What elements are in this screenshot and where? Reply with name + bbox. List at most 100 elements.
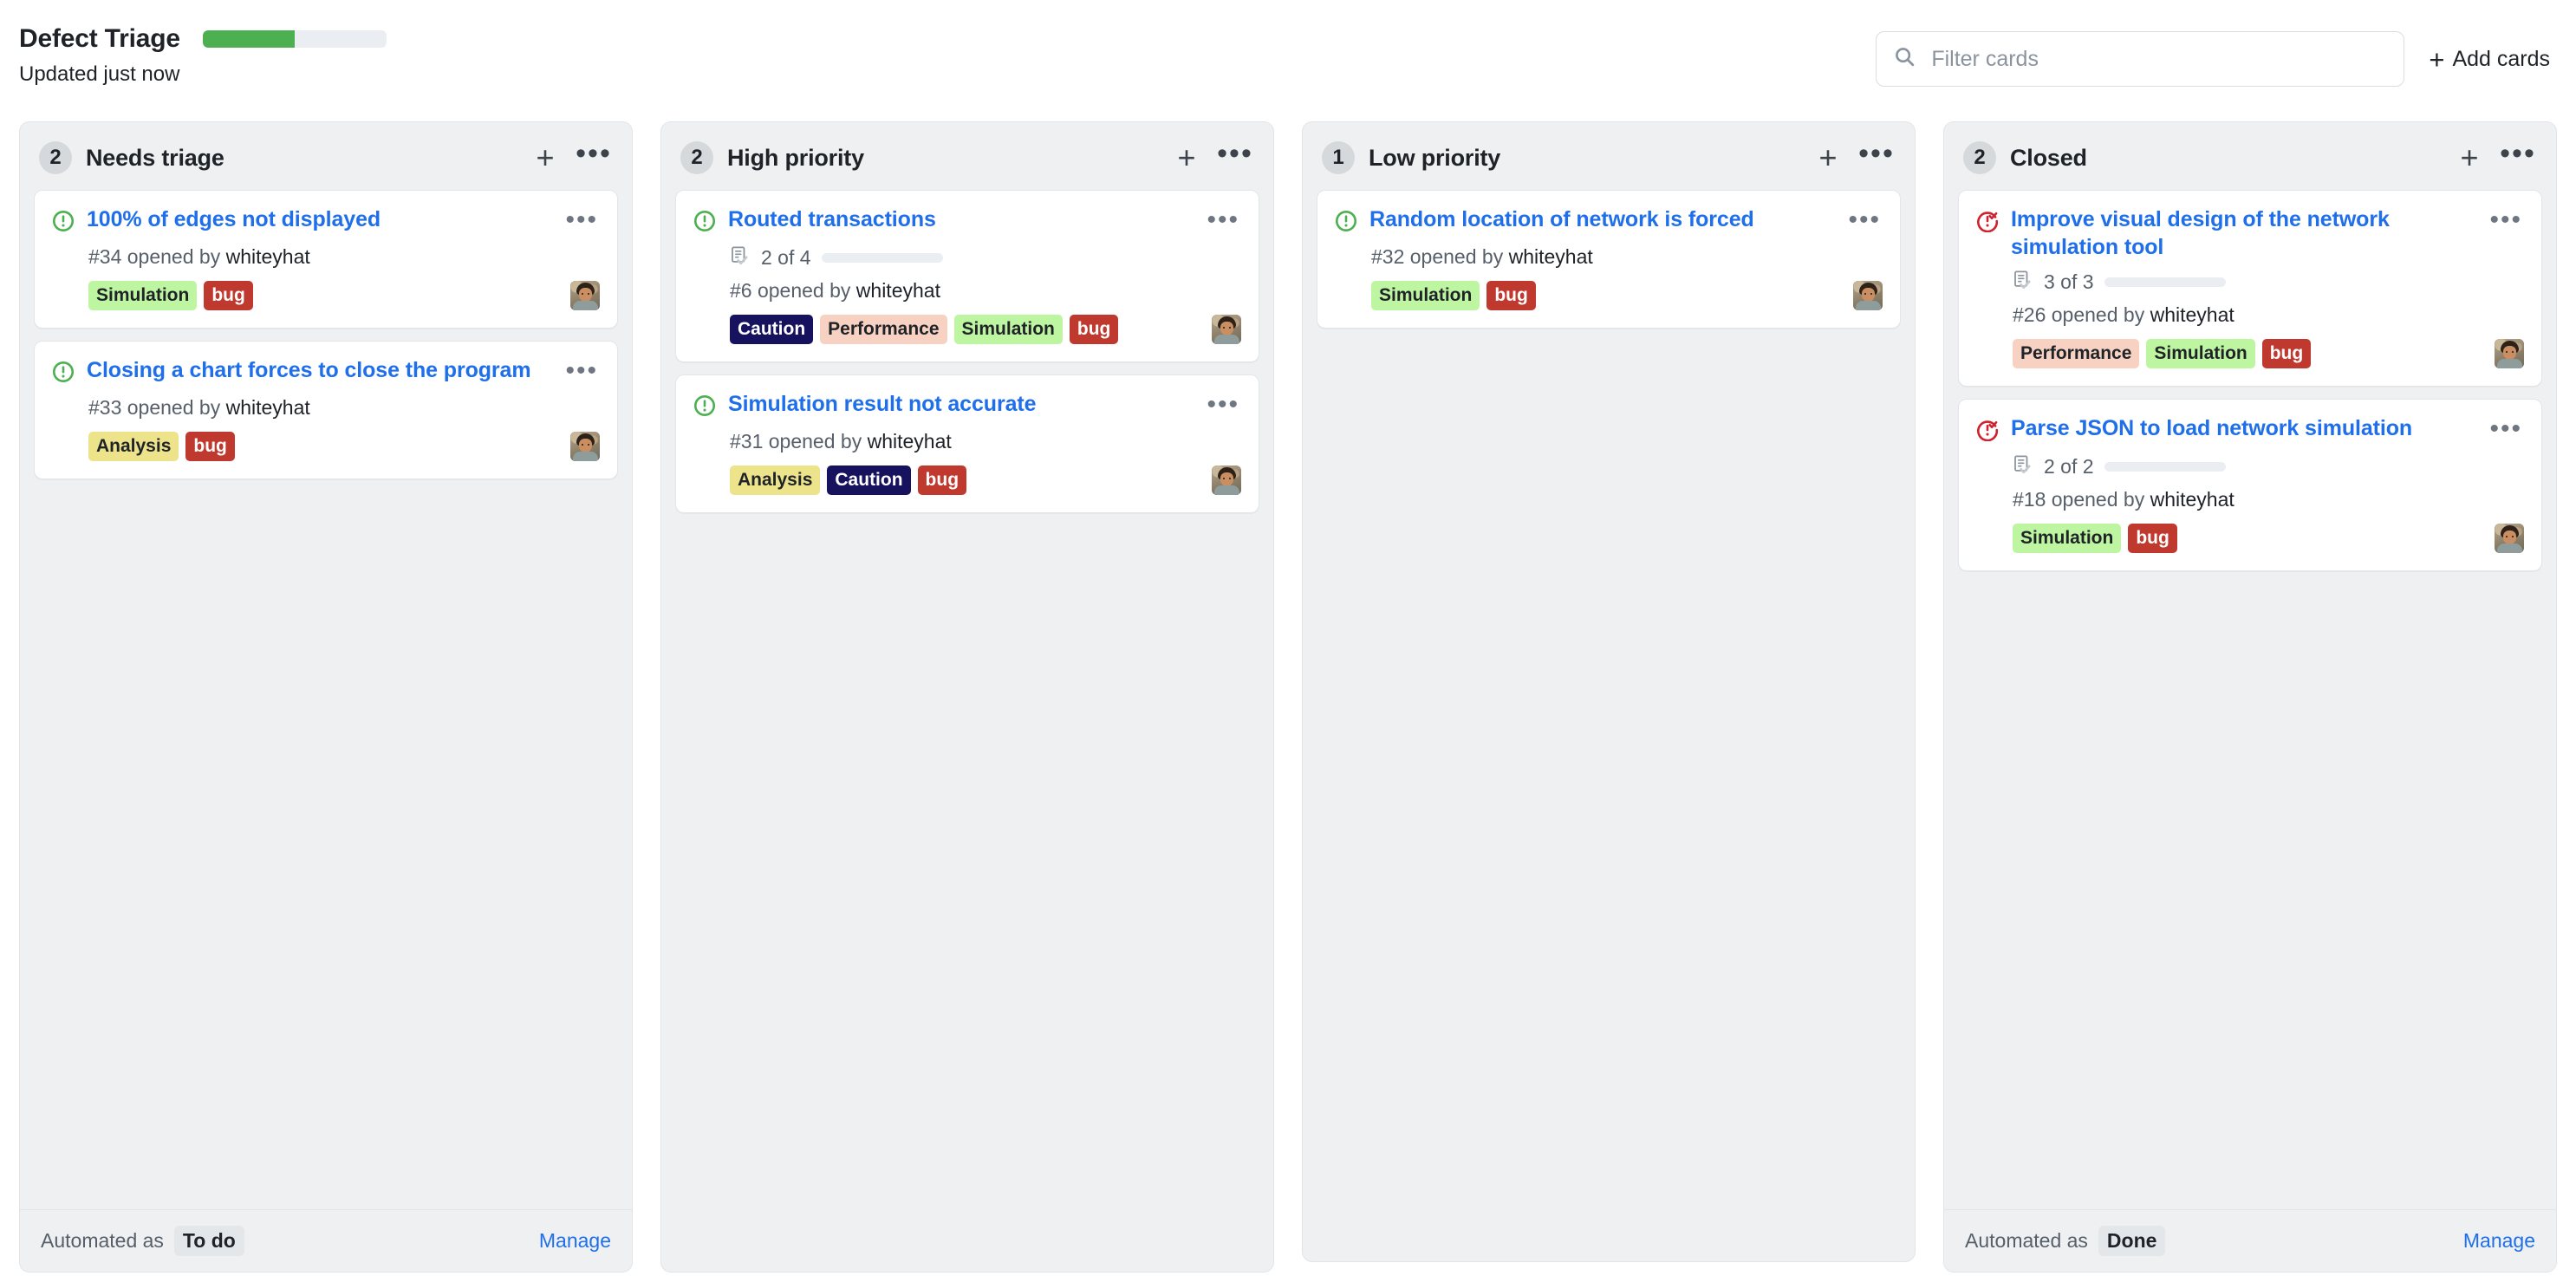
column-menu-button[interactable]: ••• (1857, 139, 1896, 171)
manage-automation-link[interactable]: Manage (539, 1229, 611, 1253)
label-bug[interactable]: bug (1069, 315, 1119, 345)
card-issue-meta: #33 opened by whiteyhat (88, 396, 310, 420)
board-column-needs-triage: 2 Needs triage + ••• 100% of edges not displ… (19, 121, 633, 1273)
column-title: High priority (727, 144, 864, 171)
avatar[interactable] (2495, 524, 2524, 554)
label-simulation[interactable]: Simulation (1371, 281, 1480, 311)
label-bug[interactable]: bug (2128, 524, 2177, 554)
board-column-high-priority: 2 High priority + ••• Routed transactions •••… (660, 121, 1274, 1273)
label-bug[interactable]: bug (204, 281, 253, 311)
board-progress-fill (202, 30, 295, 48)
add-cards-button[interactable]: + Add cards (2429, 46, 2550, 73)
label-performance[interactable]: Performance (2013, 339, 2140, 369)
label-bug[interactable]: bug (2261, 339, 2312, 369)
issue-card[interactable]: Closing a chart forces to close the prog… (34, 341, 618, 480)
label-analysis[interactable]: Analysis (88, 432, 179, 462)
issue-card[interactable]: 100% of edges not displayed ••• #34 opened… (34, 190, 618, 329)
label-caution[interactable]: Caution (827, 465, 911, 496)
label-bug[interactable]: bug (185, 432, 235, 462)
issue-open-icon (52, 210, 75, 237)
automation-prefix: Automated as (1965, 1229, 2088, 1252)
card-meta: #33 opened by whiteyhat Analysis bug (52, 396, 600, 462)
tasklist-progress-text: 3 of 3 (2044, 270, 2094, 293)
issue-card[interactable]: Improve visual design of the network sim… (1958, 190, 2542, 387)
card-labels: Analysis bug (88, 432, 562, 462)
label-simulation[interactable]: Simulation (953, 315, 1063, 345)
issue-open-icon (693, 210, 716, 237)
card-title-link[interactable]: Improve visual design of the network sim… (2011, 206, 2469, 261)
board-columns: 2 Needs triage + ••• 100% of edges not displ… (0, 121, 2576, 1273)
card-tasklist: 2 of 2 (2013, 454, 2524, 479)
column-header-closed: 2 Closed + ••• (1944, 122, 2556, 190)
card-menu-button[interactable]: ••• (556, 357, 600, 383)
column-menu-button[interactable]: ••• (575, 139, 613, 171)
tasklist-progress-text: 2 of 4 (761, 246, 811, 269)
label-bug[interactable]: bug (917, 465, 967, 496)
issue-closed-icon (1976, 210, 1999, 237)
card-meta: 2 of 4 #6 opened by whiteyhat Caution Perfo… (693, 245, 1241, 345)
issue-closed-icon (1976, 419, 1999, 446)
card-title-link[interactable]: Random location of network is forced (1369, 206, 1827, 234)
card-title-link[interactable]: Parse JSON to load network simulation (2011, 415, 2469, 443)
card-labels: Analysis Caution bug (730, 465, 1203, 496)
plus-icon: + (2429, 43, 2445, 75)
avatar[interactable] (1853, 281, 1883, 311)
search-input[interactable] (1929, 45, 2387, 73)
tasklist-icon (2013, 454, 2033, 479)
avatar[interactable] (1212, 315, 1241, 345)
card-footer: Simulation bug (88, 281, 600, 311)
avatar[interactable] (1212, 465, 1241, 496)
tasklist-icon (2013, 270, 2033, 295)
card-header: Parse JSON to load network simulation ••• (1976, 415, 2524, 446)
label-simulation[interactable]: Simulation (2013, 524, 2122, 554)
manage-automation-link[interactable]: Manage (2463, 1229, 2535, 1253)
card-title-link[interactable]: Routed transactions (728, 206, 1186, 234)
column-title: Needs triage (86, 144, 224, 171)
label-simulation[interactable]: Simulation (2146, 339, 2255, 369)
avatar[interactable] (2495, 339, 2524, 369)
issue-card[interactable]: Random location of network is forced ••• #… (1317, 190, 1901, 329)
card-menu-button[interactable]: ••• (1198, 206, 1241, 232)
card-footer: Analysis bug (88, 432, 600, 462)
label-bug[interactable]: bug (1486, 281, 1536, 311)
card-title-link[interactable]: Simulation result not accurate (728, 391, 1186, 419)
card-menu-button[interactable]: ••• (2481, 206, 2524, 232)
card-title-link[interactable]: Closing a chart forces to close the prog… (87, 357, 544, 385)
card-issue-meta: #26 opened by whiteyhat (2013, 303, 2234, 326)
label-caution[interactable]: Caution (730, 315, 814, 345)
column-add-card-button[interactable]: + (2454, 142, 2485, 173)
issue-card[interactable]: Parse JSON to load network simulation •••… (1958, 399, 2542, 572)
column-count-badge: 2 (1963, 141, 1996, 174)
avatar[interactable] (570, 432, 600, 462)
card-menu-button[interactable]: ••• (556, 206, 600, 232)
column-cards-closed: Improve visual design of the network sim… (1944, 190, 2556, 1209)
avatar[interactable] (570, 281, 600, 311)
column-menu-button[interactable]: ••• (1216, 139, 1254, 171)
column-footer-needs-triage: Automated as To do Manage (20, 1209, 632, 1272)
page-title: Defect Triage (19, 24, 180, 53)
card-issue-meta: #18 opened by whiteyhat (2013, 488, 2234, 511)
card-tasklist: 2 of 4 (730, 245, 1241, 270)
tasklist-progress-text: 2 of 2 (2044, 455, 2094, 478)
card-header: Closing a chart forces to close the prog… (52, 357, 600, 387)
label-simulation[interactable]: Simulation (88, 281, 198, 311)
card-title-link[interactable]: 100% of edges not displayed (87, 206, 544, 234)
card-footer: Performance Simulation bug (2013, 339, 2524, 369)
column-count-badge: 1 (1322, 141, 1355, 174)
automation-status: Automated as To do (41, 1226, 244, 1256)
issue-card[interactable]: Simulation result not accurate ••• #31 ope… (675, 374, 1259, 514)
card-header: Routed transactions ••• (693, 206, 1241, 237)
card-labels: Caution Performance Simulation bug (730, 315, 1203, 345)
column-menu-button[interactable]: ••• (2499, 139, 2537, 171)
column-add-card-button[interactable]: + (530, 142, 561, 173)
filter-cards-box[interactable] (1876, 31, 2405, 87)
card-menu-button[interactable]: ••• (1839, 206, 1883, 232)
label-performance[interactable]: Performance (820, 315, 947, 345)
card-footer: Simulation bug (2013, 524, 2524, 554)
column-add-card-button[interactable]: + (1171, 142, 1202, 173)
issue-card[interactable]: Routed transactions ••• 2 of 4 #6 opened by… (675, 190, 1259, 363)
card-menu-button[interactable]: ••• (2481, 415, 2524, 441)
label-analysis[interactable]: Analysis (730, 465, 821, 496)
column-add-card-button[interactable]: + (1812, 142, 1844, 173)
card-menu-button[interactable]: ••• (1198, 391, 1241, 417)
